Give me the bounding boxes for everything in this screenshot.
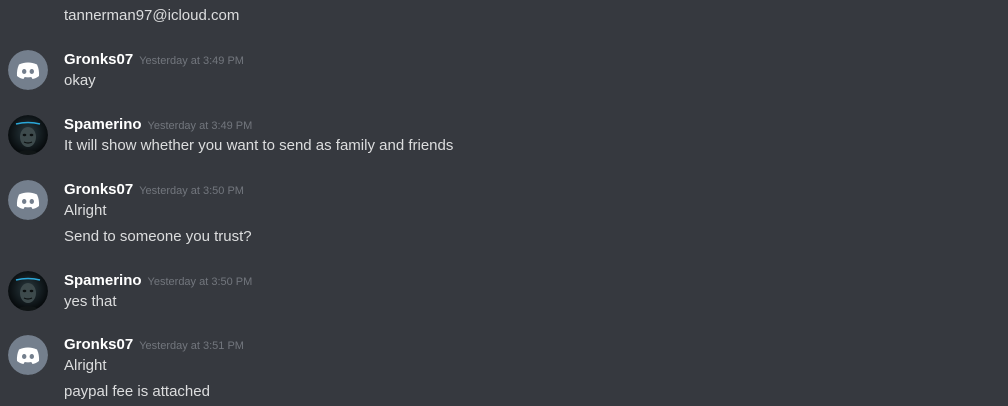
message-text: okay <box>64 72 96 89</box>
message-text: tannerman97@icloud.com <box>64 7 240 24</box>
dark-masked-face-avatar-icon[interactable] <box>8 115 48 155</box>
message-text: Alright <box>64 202 107 219</box>
timestamp: Yesterday at 3:49 PM <box>147 120 253 132</box>
message-header: Gronks07 Yesterday at 3:51 PM <box>64 335 244 356</box>
message-header: Gronks07 Yesterday at 3:49 PM <box>64 50 244 71</box>
message-text: It will show whether you want to send as… <box>64 137 454 154</box>
timestamp: Yesterday at 3:49 PM <box>139 55 244 67</box>
username[interactable]: Gronks07 <box>64 336 133 353</box>
username[interactable]: Gronks07 <box>64 51 133 68</box>
message-header: Gronks07 Yesterday at 3:50 PM <box>64 180 244 201</box>
dark-masked-face-avatar-icon[interactable] <box>8 271 48 311</box>
username[interactable]: Gronks07 <box>64 181 133 198</box>
message-text: paypal fee is attached <box>64 383 210 400</box>
username[interactable]: Spamerino <box>64 272 142 289</box>
discord-default-avatar-icon[interactable] <box>8 335 48 375</box>
chat-messages: tannerman97@icloud.com Gronks07 Yesterday… <box>0 0 1008 406</box>
timestamp: Yesterday at 3:50 PM <box>139 185 244 197</box>
timestamp: Yesterday at 3:51 PM <box>139 340 244 352</box>
message-text: Alright <box>64 357 107 374</box>
message-text: yes that <box>64 293 117 310</box>
message-header: Spamerino Yesterday at 3:50 PM <box>64 271 252 292</box>
message-text: Send to someone you trust? <box>64 228 252 245</box>
username[interactable]: Spamerino <box>64 116 142 133</box>
timestamp: Yesterday at 3:50 PM <box>147 276 253 288</box>
message-header: Spamerino Yesterday at 3:49 PM <box>64 115 252 136</box>
discord-default-avatar-icon[interactable] <box>8 180 48 220</box>
discord-default-avatar-icon[interactable] <box>8 50 48 90</box>
